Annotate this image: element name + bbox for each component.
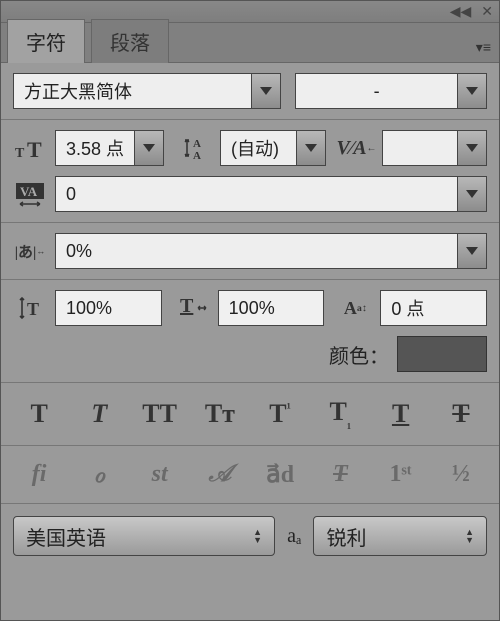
font-style-field[interactable]: - xyxy=(295,73,487,109)
language-value: 美国英语 xyxy=(26,522,106,551)
vscale-input[interactable]: 100% xyxy=(55,290,162,326)
character-panel: ◀◀ ✕ 字符 段落 ▾≡ 方正大黑简体 - TT 3.58 点 xyxy=(0,0,500,621)
font-size-dropdown[interactable] xyxy=(134,130,164,166)
tab-character[interactable]: 字符 xyxy=(7,19,85,63)
font-family-field[interactable]: 方正大黑简体 xyxy=(13,73,281,109)
hscale-input[interactable]: 100% xyxy=(218,290,325,326)
font-size-value[interactable]: 3.58 点 xyxy=(55,130,134,166)
script-a-button[interactable]: 𝒜 xyxy=(201,461,239,488)
tracking-field[interactable]: 0 xyxy=(55,176,487,212)
tab-paragraph[interactable]: 段落 xyxy=(91,19,169,63)
svg-text:A: A xyxy=(193,138,201,150)
svg-text:A: A xyxy=(193,150,201,162)
color-label: 颜色： xyxy=(329,340,389,369)
allcaps-button[interactable]: TT xyxy=(141,399,179,429)
tsume-section: |あ|↔ 0% xyxy=(1,223,499,280)
svg-text:T: T xyxy=(15,146,25,161)
leading-dropdown[interactable] xyxy=(296,130,326,166)
opentype-row: fi ℴ st 𝒜 a⃗d T 1ˢᵗ ½ xyxy=(1,446,499,504)
tracking-icon: VA xyxy=(13,179,47,209)
size-leading-section: TT 3.58 点 AA (自动) V⁄A← xyxy=(1,120,499,223)
font-size-field[interactable]: 3.58 点 xyxy=(55,130,164,166)
italic-button[interactable]: T xyxy=(80,399,118,429)
language-select[interactable]: 美国英语 ▲▼ xyxy=(13,516,275,556)
kerning-dropdown[interactable] xyxy=(457,130,487,166)
bottom-row: 美国英语 ▲▼ aₐ 锐利 ▲▼ xyxy=(1,504,499,568)
font-style-dropdown[interactable] xyxy=(457,73,487,109)
font-style-value[interactable]: - xyxy=(295,73,457,109)
font-family-value[interactable]: 方正大黑简体 xyxy=(13,73,251,109)
tabbar: 字符 段落 ▾≡ xyxy=(1,23,499,63)
font-section: 方正大黑简体 - xyxy=(1,63,499,120)
superscript-button[interactable]: T¹ xyxy=(261,399,299,429)
close-button[interactable]: ✕ xyxy=(481,3,493,20)
tsume-field[interactable]: 0% xyxy=(55,233,487,269)
baseline-input[interactable]: 0 点 xyxy=(380,290,487,326)
hscale-icon: T xyxy=(176,293,210,323)
font-size-icon: TT xyxy=(13,133,47,163)
leading-value[interactable]: (自动) xyxy=(220,130,295,166)
stylistic-alt-button[interactable]: st xyxy=(141,461,179,488)
subscript-button[interactable]: T₁ xyxy=(321,397,359,431)
antialias-select[interactable]: 锐利 ▲▼ xyxy=(313,516,487,556)
swash-button[interactable]: ℴ xyxy=(80,460,118,489)
svg-text:VA: VA xyxy=(20,184,38,199)
tsume-icon: |あ|↔ xyxy=(13,236,47,266)
style-row: T T TT Tᴛ T¹ T₁ T T xyxy=(1,383,499,446)
baseline-shift-icon: Aa↕ xyxy=(338,293,372,323)
svg-text:T: T xyxy=(27,137,42,161)
language-stepper-icon: ▲▼ xyxy=(253,528,262,544)
svg-text:T: T xyxy=(180,295,194,317)
strikethrough-button[interactable]: T xyxy=(442,399,480,429)
tracking-value[interactable]: 0 xyxy=(55,176,457,212)
kerning-icon: V⁄A← xyxy=(340,133,374,163)
panel-menu-button[interactable]: ▾≡ xyxy=(476,39,491,56)
tsume-value[interactable]: 0% xyxy=(55,233,457,269)
tracking-dropdown[interactable] xyxy=(457,176,487,212)
titling-button[interactable]: T xyxy=(321,461,359,488)
smallcaps-button[interactable]: Tᴛ xyxy=(201,399,239,429)
antialias-icon: aₐ xyxy=(287,525,301,548)
kerning-value[interactable] xyxy=(382,130,457,166)
contextual-alt-button[interactable]: a⃗d xyxy=(261,460,299,489)
antialias-value: 锐利 xyxy=(326,522,366,551)
ligatures-button[interactable]: fi xyxy=(20,461,58,488)
tsume-dropdown[interactable] xyxy=(457,233,487,269)
bold-button[interactable]: T xyxy=(20,399,58,429)
kerning-field[interactable] xyxy=(382,130,487,166)
antialias-stepper-icon: ▲▼ xyxy=(465,528,474,544)
leading-icon: AA xyxy=(178,133,212,163)
fractions-button[interactable]: ½ xyxy=(442,461,480,488)
underline-button[interactable]: T xyxy=(382,399,420,429)
ordinals-button[interactable]: 1ˢᵗ xyxy=(382,461,420,488)
scale-section: T 100% T 100% Aa↕ 0 点 颜色： xyxy=(1,280,499,383)
font-family-dropdown[interactable] xyxy=(251,73,281,109)
color-swatch[interactable] xyxy=(397,336,487,372)
svg-text:T: T xyxy=(27,299,39,319)
leading-field[interactable]: (自动) xyxy=(220,130,325,166)
collapse-button[interactable]: ◀◀ xyxy=(450,3,472,20)
vscale-icon: T xyxy=(13,293,47,323)
